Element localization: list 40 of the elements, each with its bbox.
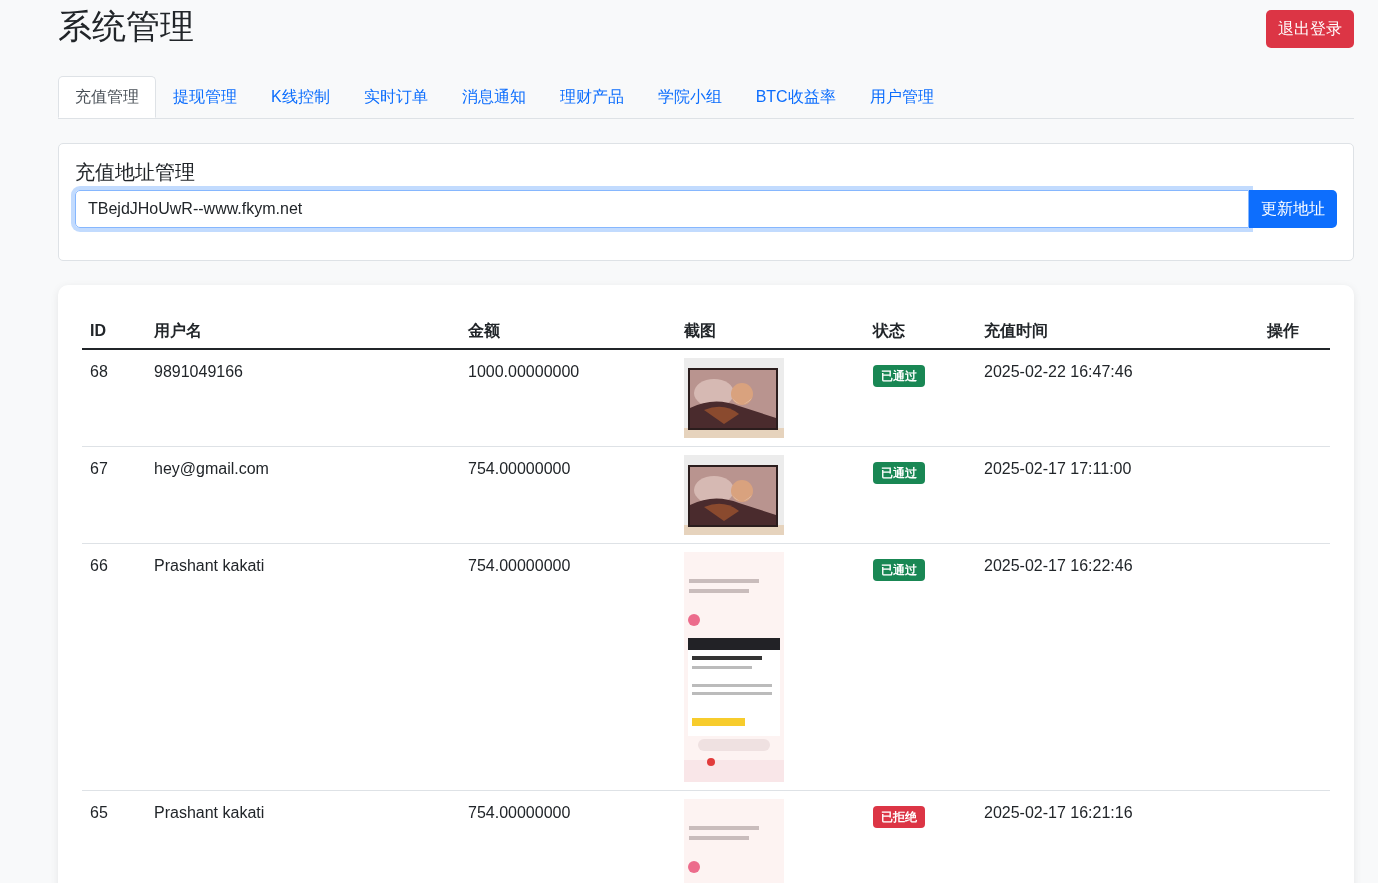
- tab[interactable]: 学院小组: [640, 76, 739, 118]
- update-address-button[interactable]: 更新地址: [1249, 190, 1337, 228]
- table-cell: 67: [90, 460, 108, 477]
- table-cell: hey@gmail.com: [154, 460, 269, 477]
- table-cell: 2025-02-17 16:21:16: [984, 804, 1133, 821]
- table-cell: 1000.00000000: [468, 363, 580, 380]
- table-cell: 2025-02-17 16:22:46: [984, 557, 1133, 574]
- page-title: 系统管理: [58, 6, 194, 47]
- tab[interactable]: BTC收益率: [738, 76, 853, 118]
- column-header: 用户名: [146, 313, 460, 349]
- tab[interactable]: 充值管理: [58, 76, 156, 118]
- column-header: 金额: [460, 313, 676, 349]
- status-badge: 已通过: [873, 559, 925, 581]
- table-cell: 68: [90, 363, 108, 380]
- column-header: 充值时间: [976, 313, 1259, 349]
- card-title: 充值地址管理: [75, 160, 196, 185]
- tab[interactable]: 消息通知: [444, 76, 543, 118]
- table-cell: Prashant kakati: [154, 804, 265, 821]
- table-cell: Prashant kakati: [154, 557, 265, 574]
- tab[interactable]: 用户管理: [852, 76, 951, 118]
- tab[interactable]: 提现管理: [156, 76, 254, 118]
- status-badge: 已通过: [873, 365, 925, 387]
- table-cell: 754.00000000: [468, 804, 571, 821]
- column-header: 状态: [865, 313, 976, 349]
- table-cell: 754.00000000: [468, 557, 571, 574]
- table-cell: 65: [90, 804, 108, 821]
- status-badge: 已通过: [873, 462, 925, 484]
- table-cell: 66: [90, 557, 108, 574]
- status-badge: 已拒绝: [873, 806, 925, 828]
- tab[interactable]: 实时订单: [346, 76, 445, 118]
- table-cell: 2025-02-22 16:47:46: [984, 363, 1133, 380]
- tab[interactable]: 理财产品: [542, 76, 641, 118]
- tab[interactable]: K线控制: [254, 76, 347, 118]
- logout-button[interactable]: 退出登录: [1266, 10, 1354, 48]
- column-header: 截图: [676, 313, 865, 349]
- table-cell: 9891049166: [154, 363, 243, 380]
- column-header: 操作: [1259, 313, 1330, 349]
- table-cell: 2025-02-17 17:11:00: [984, 460, 1132, 477]
- column-header: ID: [82, 313, 146, 349]
- table-cell: 754.00000000: [468, 460, 571, 477]
